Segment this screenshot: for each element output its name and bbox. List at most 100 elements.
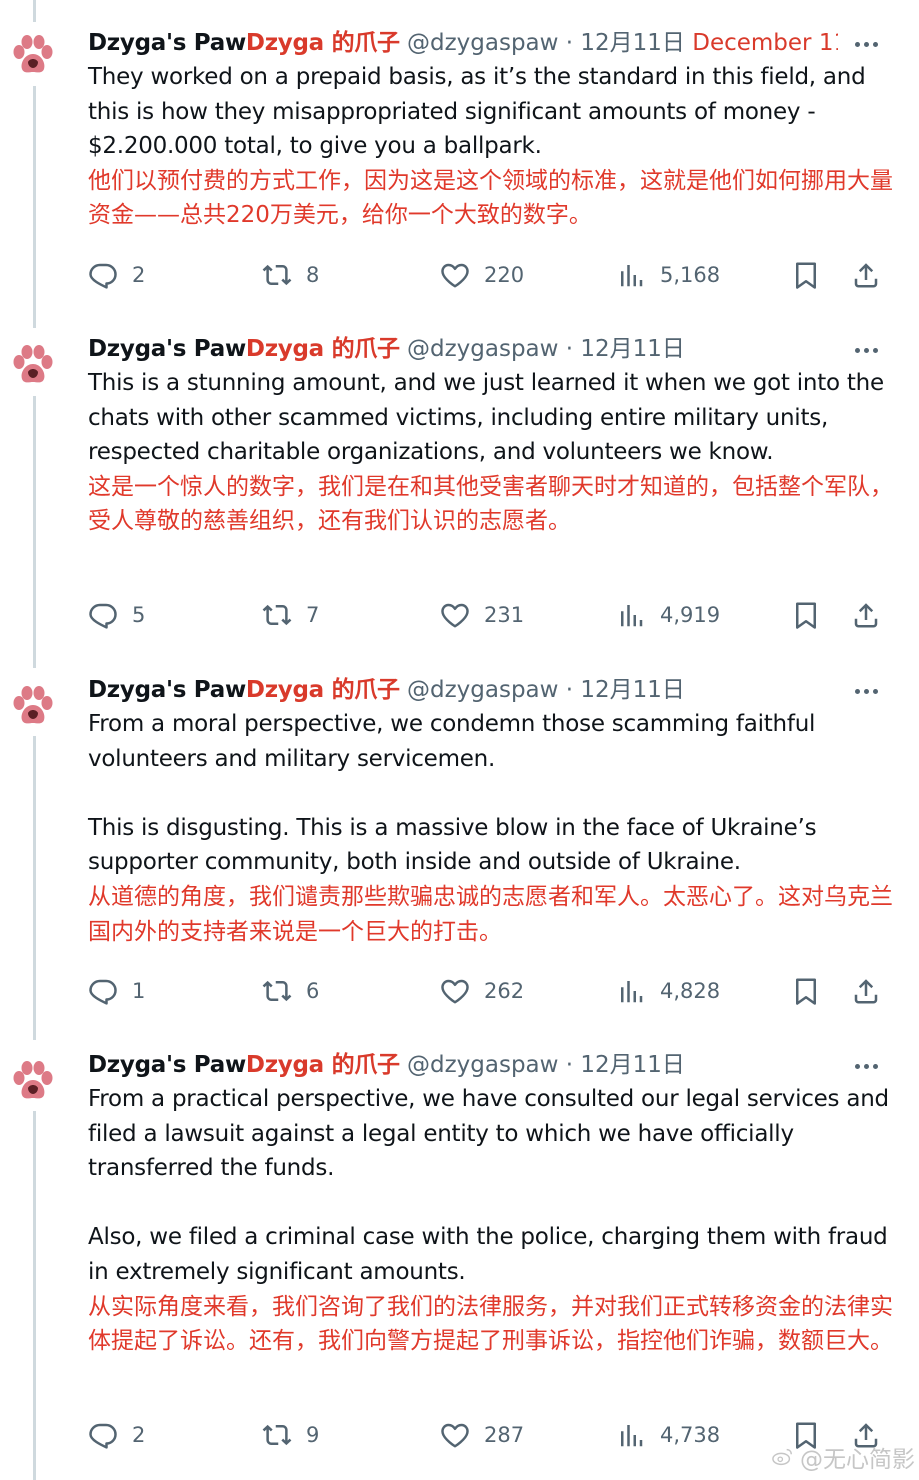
tweet-date[interactable]: 12月11日 — [580, 336, 685, 362]
analytics-icon — [621, 981, 643, 1003]
repost-button[interactable]: 8 — [262, 257, 319, 293]
reply-icon — [89, 979, 117, 1005]
repost-button[interactable]: 9 — [262, 1417, 319, 1453]
views-button[interactable]: 4,828 — [616, 973, 720, 1009]
bookmark-icon — [796, 262, 816, 289]
more-options-button[interactable] — [850, 32, 882, 56]
more-options-button[interactable] — [850, 338, 882, 362]
tweet-translation: 这是一个惊人的数字，我们是在和其他受害者聊天时才知道的，包括整个军队，受人尊敬的… — [88, 473, 893, 535]
reply-icon — [89, 603, 117, 629]
share-button[interactable] — [851, 257, 881, 293]
tweet-header: Dzyga's PawDzyga 的爪子 @dzygaspaw · 12月11日 — [88, 1048, 838, 1082]
tweet[interactable]: Dzyga's PawDzyga 的爪子 @dzygaspaw · 12月11日… — [0, 26, 919, 326]
repost-count: 8 — [306, 263, 320, 287]
author-name-translation: Dzyga 的爪子 — [245, 1052, 400, 1078]
tweet-actions: 2 8 220 5,168 — [0, 257, 919, 293]
tweet[interactable]: Dzyga's PawDzyga 的爪子 @dzygaspaw · 12月11日… — [0, 673, 919, 1033]
tweet-header: Dzyga's PawDzyga 的爪子 @dzygaspaw · 12月11日… — [88, 26, 838, 60]
heart-icon — [441, 1423, 469, 1448]
reply-count: 5 — [132, 603, 146, 627]
watermark-text: @无心简影 — [800, 1447, 915, 1473]
reply-button[interactable]: 5 — [88, 597, 145, 633]
separator-dot: · — [565, 30, 574, 56]
reply-icon — [89, 263, 117, 289]
reply-icon — [89, 1423, 117, 1449]
bookmark-icon — [796, 602, 816, 629]
analytics-icon — [621, 1425, 643, 1447]
repost-icon — [262, 604, 292, 626]
tweet-actions: 1 6 262 4,828 — [0, 973, 919, 1009]
repost-button[interactable]: 7 — [262, 597, 319, 633]
repost-icon — [262, 1424, 292, 1446]
more-options-button[interactable] — [850, 1054, 882, 1078]
reply-count: 1 — [132, 979, 146, 1003]
views-button[interactable]: 4,919 — [616, 597, 720, 633]
avatar[interactable] — [8, 340, 58, 390]
bookmark-button[interactable] — [791, 597, 821, 633]
avatar[interactable] — [8, 30, 58, 80]
more-options-button[interactable] — [850, 679, 882, 703]
author-name[interactable]: Dzyga's Paw — [88, 336, 246, 362]
paw-logo-icon — [8, 681, 58, 731]
like-button[interactable]: 220 — [440, 257, 524, 293]
like-button[interactable]: 287 — [440, 1417, 524, 1453]
reply-count: 2 — [132, 1423, 146, 1447]
reply-button[interactable]: 1 — [88, 973, 145, 1009]
reply-count: 2 — [132, 263, 146, 287]
heart-icon — [441, 603, 469, 628]
views-button[interactable]: 5,168 — [616, 257, 720, 293]
view-count: 4,828 — [660, 979, 721, 1003]
bookmark-button[interactable] — [791, 973, 821, 1009]
tweet-actions: 5 7 231 4,919 — [0, 597, 919, 633]
views-button[interactable]: 4,738 — [616, 1417, 720, 1453]
tweet-date[interactable]: 12月11日 — [580, 30, 685, 56]
like-count: 262 — [484, 979, 525, 1003]
paw-logo-icon — [8, 340, 58, 390]
paw-logo-icon — [8, 1056, 58, 1106]
author-handle[interactable]: @dzygaspaw — [407, 336, 558, 362]
tweet-date[interactable]: 12月11日 — [580, 677, 685, 703]
analytics-icon — [621, 265, 643, 287]
tweet-text: This is a stunning amount, and we just l… — [88, 366, 898, 539]
tweet-header: Dzyga's PawDzyga 的爪子 @dzygaspaw · 12月11日 — [88, 673, 838, 707]
share-button[interactable] — [851, 973, 881, 1009]
author-name-translation: Dzyga 的爪子 — [245, 30, 400, 56]
tweet-text-paragraph: From a practical perspective, we have co… — [88, 1086, 889, 1182]
like-button[interactable]: 231 — [440, 597, 524, 633]
tweet-text-paragraph: This is disgusting. This is a massive bl… — [88, 814, 817, 876]
reply-button[interactable]: 2 — [88, 257, 145, 293]
heart-icon — [441, 263, 469, 288]
share-icon — [854, 979, 878, 1004]
tweet[interactable]: Dzyga's PawDzyga 的爪子 @dzygaspaw · 12月11日… — [0, 332, 919, 662]
share-button[interactable] — [851, 597, 881, 633]
tweet-header: Dzyga's PawDzyga 的爪子 @dzygaspaw · 12月11日 — [88, 332, 838, 366]
author-name[interactable]: Dzyga's Paw — [88, 677, 246, 703]
reply-button[interactable]: 2 — [88, 1417, 145, 1453]
repost-icon — [262, 980, 292, 1002]
tweet-text-paragraph: This is a stunning amount, and we just l… — [88, 370, 884, 466]
repost-icon — [262, 264, 292, 286]
tweet-translation: 他们以预付费的方式工作，因为这是这个领域的标准，这就是他们如何挪用大量资金——总… — [88, 167, 893, 229]
share-icon — [854, 603, 878, 628]
author-handle[interactable]: @dzygaspaw — [407, 677, 558, 703]
author-name[interactable]: Dzyga's Paw — [88, 30, 246, 56]
author-name[interactable]: Dzyga's Paw — [88, 1052, 246, 1078]
repost-button[interactable]: 6 — [262, 973, 319, 1009]
like-count: 287 — [484, 1423, 525, 1447]
tweet-date[interactable]: 12月11日 — [580, 1052, 685, 1078]
view-count: 4,919 — [660, 603, 721, 627]
avatar[interactable] — [8, 1056, 58, 1106]
avatar[interactable] — [8, 681, 58, 731]
tweet[interactable]: Dzyga's PawDzyga 的爪子 @dzygaspaw · 12月11日… — [0, 1048, 919, 1480]
tweet-text-paragraph: They worked on a prepaid basis, as it’s … — [88, 64, 866, 160]
bookmark-button[interactable] — [791, 257, 821, 293]
author-handle[interactable]: @dzygaspaw — [407, 30, 558, 56]
tweet-translation: 从实际角度来看，我们咨询了我们的法律服务，并对我们正式转移资金的法律实体提起了诉… — [88, 1293, 893, 1355]
weibo-logo-icon — [772, 1448, 792, 1466]
repost-count: 9 — [306, 1423, 320, 1447]
analytics-icon — [621, 605, 643, 627]
author-handle[interactable]: @dzygaspaw — [407, 1052, 558, 1078]
watermark: @无心简影 — [770, 1440, 915, 1474]
like-button[interactable]: 262 — [440, 973, 524, 1009]
tweet-translation: 从道德的角度，我们谴责那些欺骗忠诚的志愿者和军人。太恶心了。这对乌克兰国内外的支… — [88, 883, 893, 945]
